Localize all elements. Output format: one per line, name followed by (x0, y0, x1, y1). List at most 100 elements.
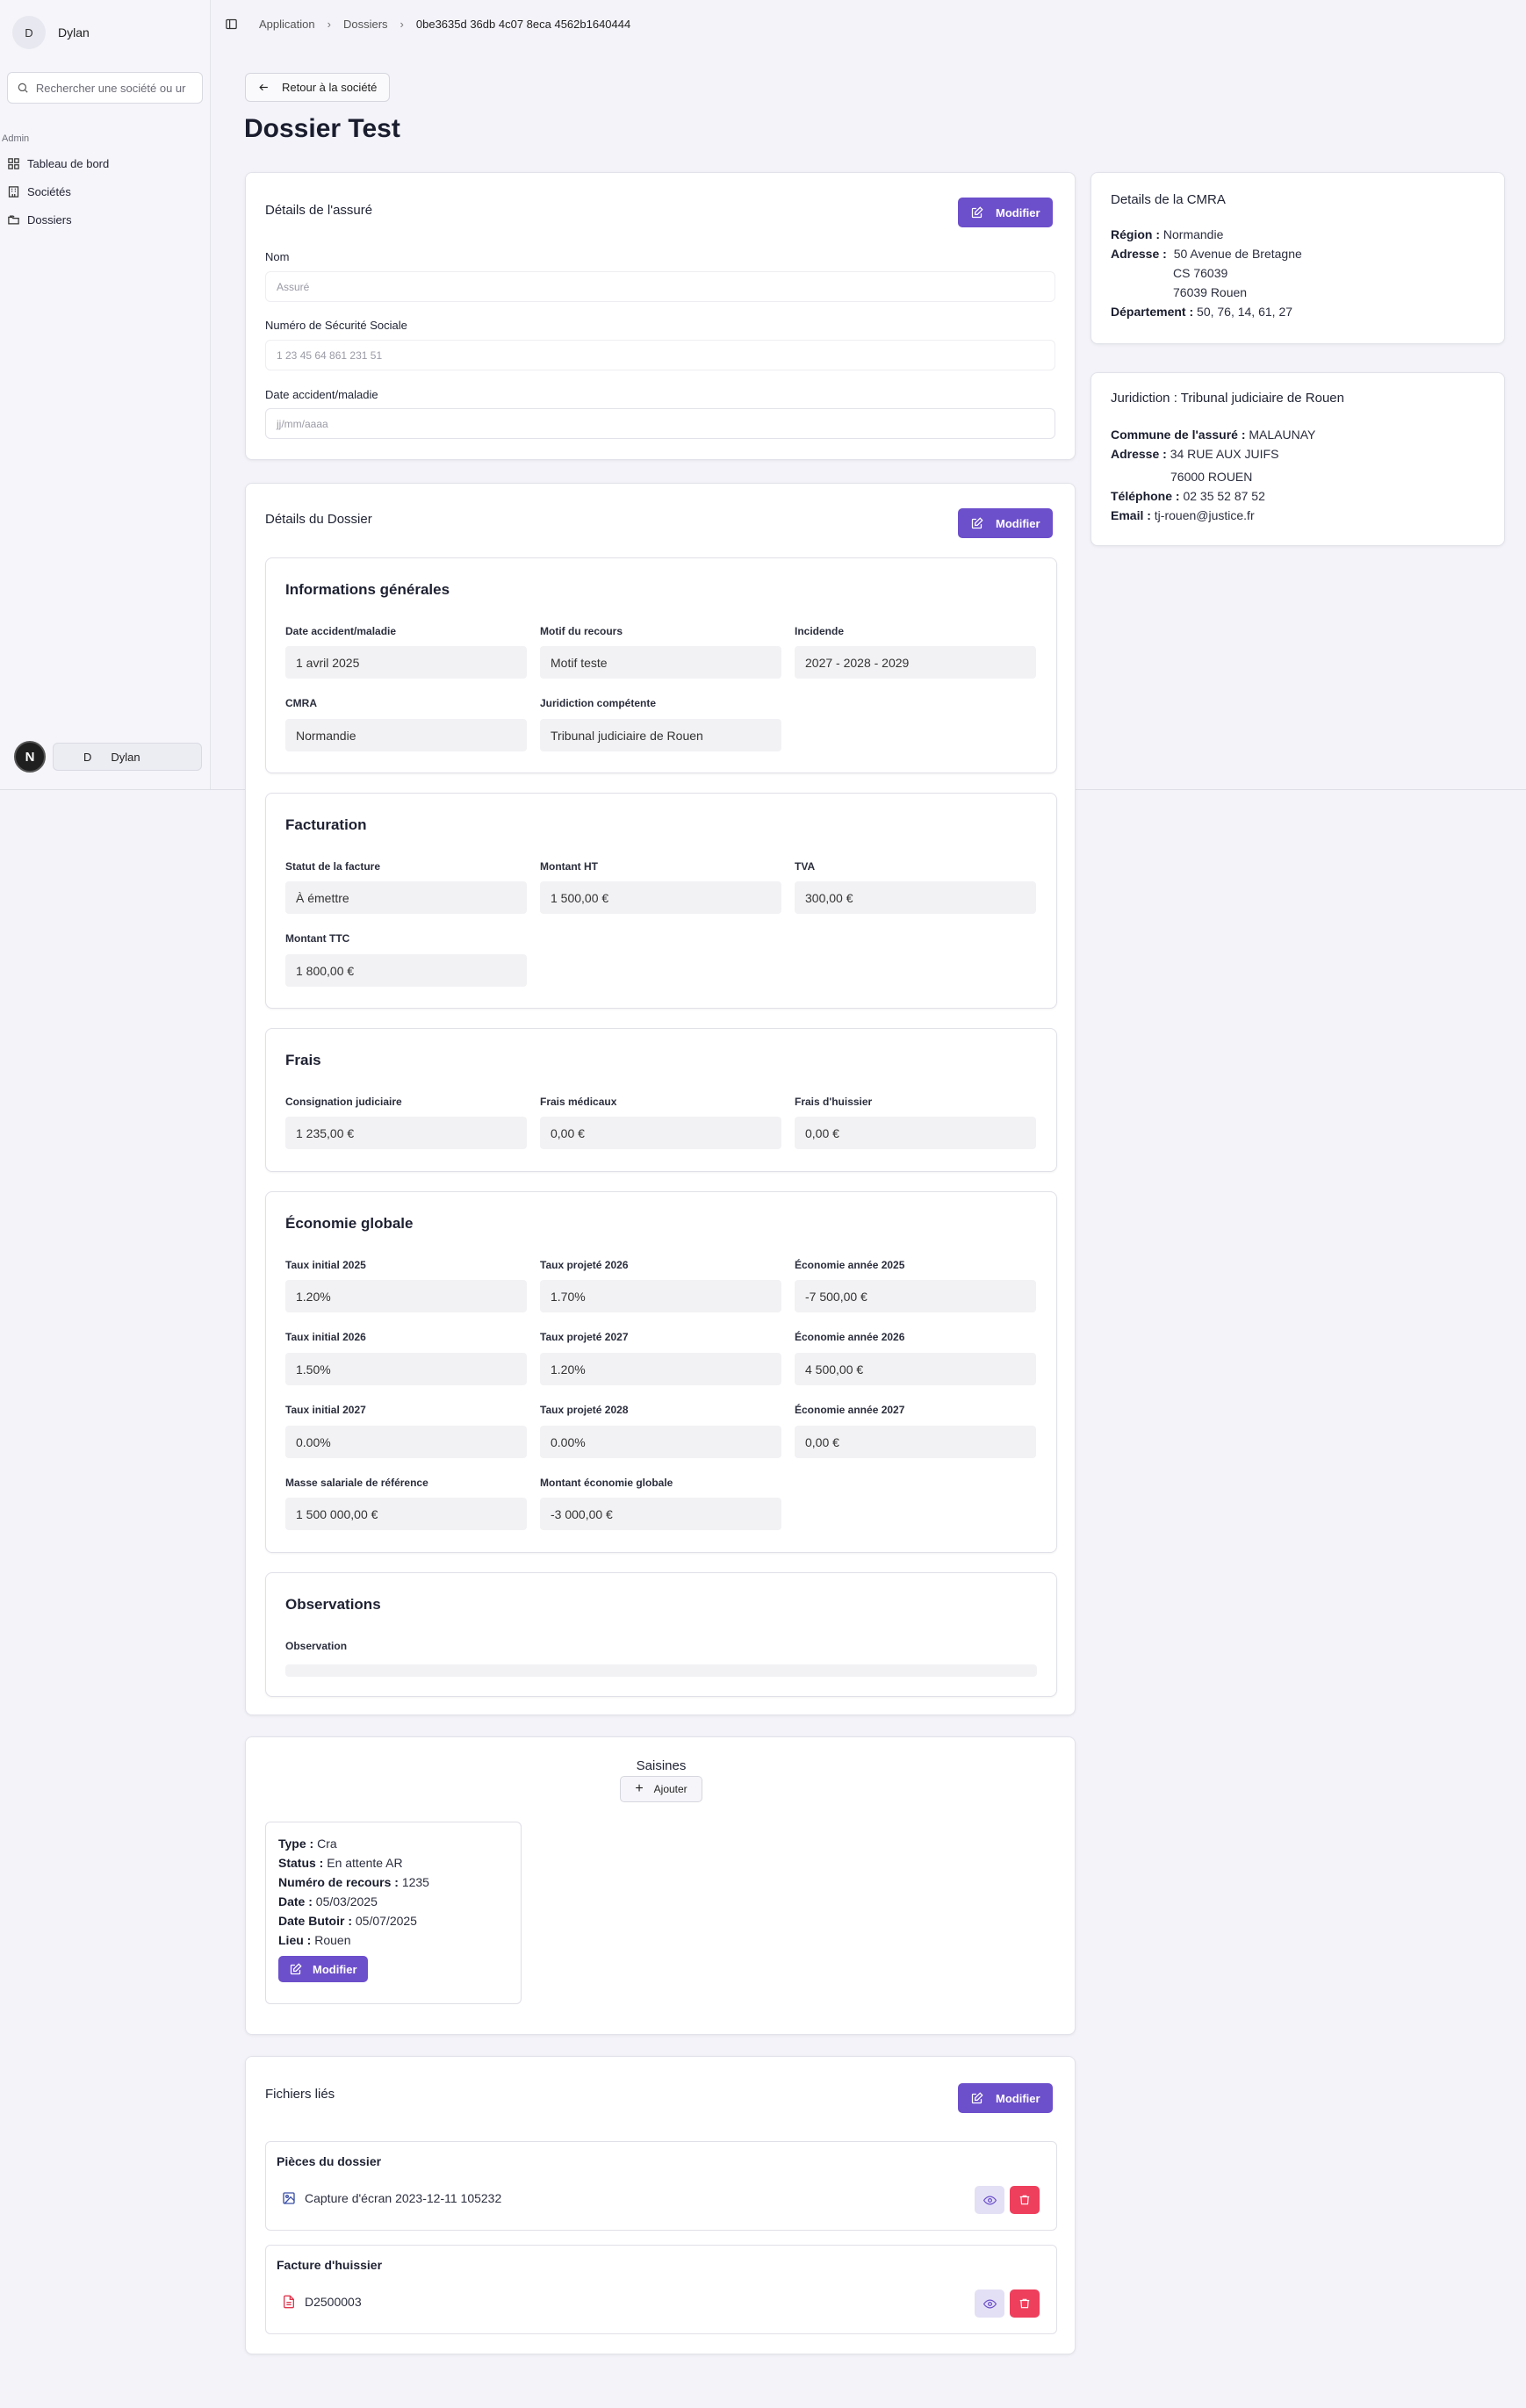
footer-user-name: Dylan (111, 750, 140, 764)
breadcrumb: Application › Dossiers › 0be3635d 36db 4… (225, 18, 630, 31)
saisine-item-card: Type : Cra Status : En attente AR Numéro… (265, 1822, 522, 2004)
sidebar-toggle-icon[interactable] (225, 18, 238, 31)
avatar: D (83, 750, 92, 764)
field-value: 1.50% (285, 1353, 527, 1385)
arrow-left-icon (259, 83, 268, 91)
pieces-dossier-group: Pièces du dossier Capture d'écran 2023-1… (265, 2141, 1057, 2231)
facture-huissier-group: Facture d'huissier D2500003 (265, 2245, 1057, 2334)
sidebar-item-societes[interactable]: Sociétés (0, 177, 210, 205)
view-file-button[interactable] (975, 2186, 1004, 2214)
field-value: 0.00% (285, 1426, 527, 1458)
sidebar-item-dashboard[interactable]: Tableau de bord (0, 149, 210, 177)
file-name: Capture d'écran 2023-12-11 105232 (305, 2191, 502, 2205)
juridiction-card: Juridiction : Tribunal judiciaire de Rou… (1091, 372, 1505, 546)
add-saisine-button[interactable]: + Ajouter (620, 1776, 702, 1802)
file-item[interactable]: Capture d'écran 2023-12-11 105232 (282, 2191, 501, 2205)
field-label: Consignation judiciaire (285, 1096, 402, 1108)
field-label: Taux projeté 2028 (540, 1404, 629, 1416)
modify-label: Modifier (996, 205, 1040, 219)
field-label: Économie année 2026 (795, 1331, 905, 1343)
field-value: 1 avril 2025 (285, 646, 527, 679)
modify-dossier-button[interactable]: Modifier (958, 508, 1053, 538)
plus-icon: + (635, 1781, 644, 1796)
fichiers-card: Fichiers liés Modifier Pièces du dossier… (245, 2056, 1076, 2354)
group-title: Facture d'huissier (277, 2258, 383, 2272)
field-label: Taux projeté 2027 (540, 1331, 629, 1343)
sidebar-item-label: Tableau de bord (27, 156, 110, 170)
sidebar-item-dossiers[interactable]: Dossiers (0, 205, 210, 234)
modify-saisine-button[interactable]: Modifier (278, 1956, 368, 1982)
file-name: D2500003 (305, 2295, 362, 2309)
view-file-button[interactable] (975, 2289, 1004, 2318)
edit-icon (971, 205, 983, 218)
cmra-departement: Département : 50, 76, 14, 61, 27 (1111, 305, 1293, 319)
field-value: -7 500,00 € (795, 1280, 1036, 1312)
cmra-title: Details de la CMRA (1111, 192, 1226, 207)
facturation-section: Facturation Statut de la facture À émett… (265, 793, 1057, 1009)
juridiction-title: Juridiction : Tribunal judiciaire de Rou… (1111, 391, 1344, 406)
delete-file-button[interactable] (1010, 2289, 1040, 2318)
eye-icon (983, 2195, 997, 2205)
cmra-region: Région : Normandie (1111, 227, 1224, 241)
dossier-card: Détails du Dossier Modifier Informations… (245, 483, 1076, 1715)
sidebar: D Dylan Admin Tableau de bord Sociétés D… (0, 0, 211, 790)
modify-label: Modifier (996, 2091, 1040, 2105)
field-label: TVA (795, 860, 816, 873)
dashboard-icon (8, 157, 19, 169)
date-accident-label: Date accident/maladie (265, 388, 378, 401)
saisines-title: Saisines (636, 1758, 687, 1773)
sidebar-user[interactable]: D Dylan (0, 0, 210, 65)
observations-section: Observations Observation (265, 1572, 1057, 1697)
breadcrumb-item-dossiers[interactable]: Dossiers (343, 18, 388, 31)
modify-fichiers-button[interactable]: Modifier (958, 2083, 1053, 2113)
sidebar-footer-user[interactable]: D Dylan (53, 743, 202, 771)
field-label: Date accident/maladie (285, 625, 397, 637)
juridiction-adresse: Adresse : 34 RUE AUX JUIFS (1111, 447, 1279, 461)
field-label: Montant HT (540, 860, 598, 873)
field-value: 0,00 € (795, 1117, 1036, 1149)
field-label: Juridiction compétente (540, 697, 657, 709)
saisine-type: Type : Cra (278, 1837, 337, 1851)
breadcrumb-item-application[interactable]: Application (259, 18, 315, 31)
field-value: À émettre (285, 881, 527, 914)
chevron-right-icon: › (399, 18, 404, 31)
add-label: Ajouter (653, 1783, 687, 1795)
file-item[interactable]: D2500003 (282, 2295, 362, 2309)
saisine-date: Date : 05/03/2025 (278, 1894, 378, 1908)
field-label: Économie année 2025 (795, 1259, 905, 1271)
saisine-status: Status : En attente AR (278, 1856, 403, 1870)
sidebar-item-label: Sociétés (27, 184, 71, 198)
modify-assure-button[interactable]: Modifier (958, 198, 1053, 227)
building-icon (8, 185, 19, 198)
economie-globale-section: Économie globale Taux initial 2025 1.20%… (265, 1191, 1057, 1553)
app-badge[interactable]: N (14, 741, 46, 773)
folders-icon (8, 215, 19, 224)
field-label: Montant TTC (285, 932, 350, 945)
field-label: Statut de la facture (285, 860, 381, 873)
section-title: Observations (285, 1596, 381, 1613)
search-box[interactable] (7, 72, 203, 104)
juridiction-email[interactable]: Email : tj-rouen@justice.fr (1111, 508, 1255, 522)
cmra-adresse-line-3: 76039 Rouen (1173, 285, 1248, 299)
field-value: 0,00 € (540, 1117, 781, 1149)
field-value: 1.70% (540, 1280, 781, 1312)
back-button[interactable]: Retour à la société (245, 73, 391, 102)
cmra-adresse: Adresse : 50 Avenue de Bretagne (1111, 247, 1302, 261)
nom-label: Nom (265, 250, 290, 263)
trash-icon (1019, 2195, 1030, 2205)
nss-field[interactable]: 1 23 45 64 861 231 51 (265, 340, 1055, 370)
field-value: Tribunal judiciaire de Rouen (540, 719, 781, 751)
date-accident-field[interactable]: jj/mm/aaaa (265, 408, 1055, 439)
saisines-card: Saisines + Ajouter Type : Cra Status : E… (245, 1736, 1076, 2035)
field-value: 300,00 € (795, 881, 1036, 914)
field-label: Masse salariale de référence (285, 1477, 428, 1489)
field-label: CMRA (285, 697, 317, 709)
assure-card: Détails de l'assuré Modifier Nom Assuré … (245, 172, 1076, 460)
edit-icon (971, 2091, 983, 2103)
image-file-icon (283, 2192, 295, 2204)
delete-file-button[interactable] (1010, 2186, 1040, 2214)
search-input[interactable] (35, 81, 193, 95)
pdf-file-icon (284, 2295, 294, 2309)
nom-field[interactable]: Assuré (265, 271, 1055, 302)
sidebar-footer: N D Dylan (14, 741, 202, 773)
